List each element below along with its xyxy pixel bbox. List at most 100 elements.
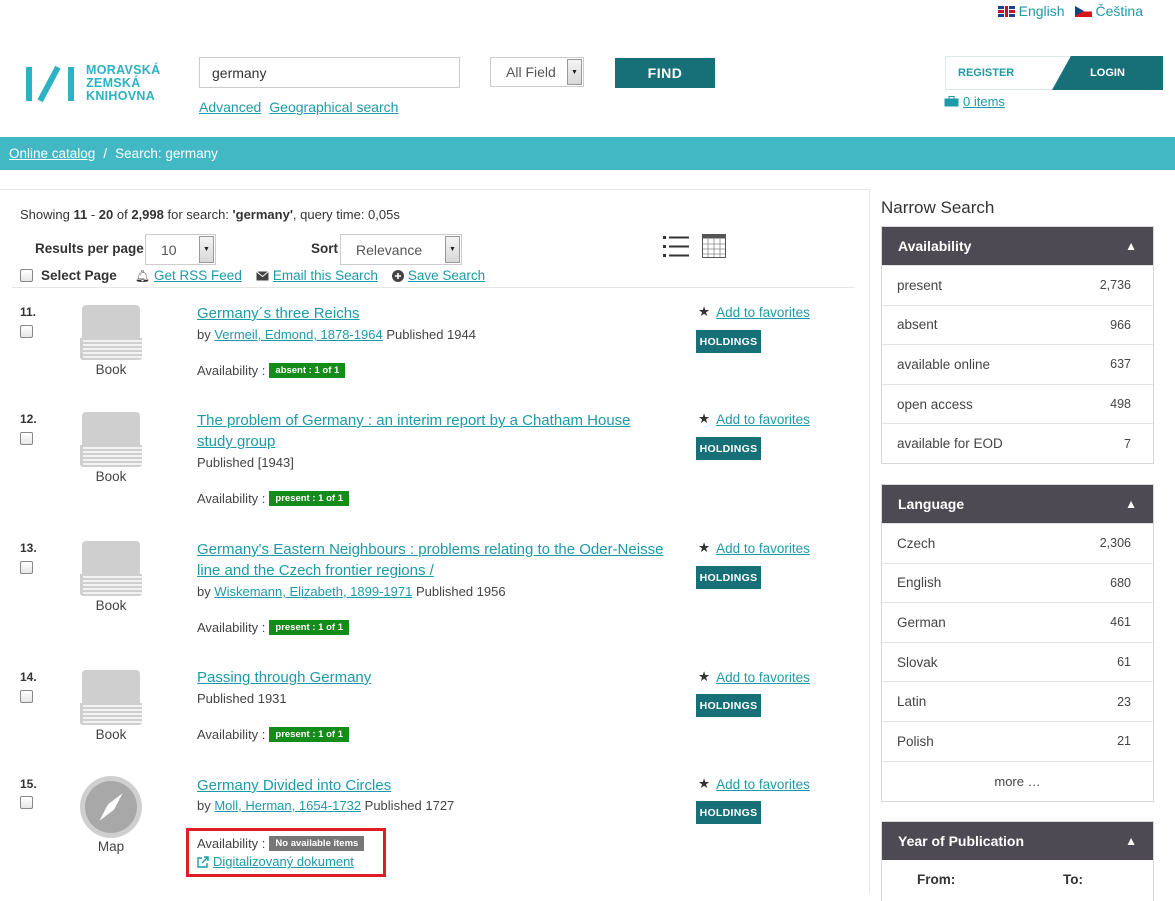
add-favorite-button[interactable]: ★ Add to favorites [698, 304, 810, 320]
breadcrumb-home-link[interactable]: Online catalog [9, 146, 95, 161]
star-icon: ★ [698, 411, 711, 426]
advanced-search-link[interactable]: Advanced [199, 99, 261, 115]
chevron-down-icon: ▼ [567, 59, 582, 85]
facet-item[interactable]: absent 966 [882, 304, 1153, 345]
select-page-label: Select Page [41, 268, 117, 283]
facet-language: Language ▲ Czech 2,306 English 680 German 46… [881, 484, 1154, 802]
lang-czech-link[interactable]: Čeština [1074, 3, 1143, 19]
record-checkbox[interactable] [20, 432, 33, 445]
record-title-link[interactable]: Passing through Germany [197, 667, 667, 688]
availability: Availability : absent : 1 of 1 [197, 363, 346, 378]
account-box: REGISTER LOGIN [945, 56, 1163, 90]
record-title-link[interactable]: Germany's Eastern Neighbours : problems … [197, 539, 667, 581]
holdings-button[interactable]: HOLDINGS [696, 694, 761, 717]
record-meta: by Moll, Herman, 1654-1732 Published 172… [197, 798, 455, 813]
availability: Availability : present : 1 of 1 [197, 491, 349, 506]
record-meta: by Vermeil, Edmond, 1878-1964 Published … [197, 327, 476, 342]
facet-header[interactable]: Availability ▲ [882, 227, 1153, 265]
per-page-select[interactable]: 10 ▼ [145, 234, 216, 265]
facet-item[interactable]: available for EOD 7 [882, 423, 1153, 463]
cart-link[interactable]: 0 items [944, 94, 1005, 109]
list-view-icon[interactable] [663, 235, 689, 259]
briefcase-icon [944, 96, 959, 107]
format-label: Book [95, 598, 127, 613]
record-number: 13. [20, 541, 37, 555]
record-checkbox[interactable] [20, 796, 33, 809]
facet-item[interactable]: Latin 23 [882, 681, 1153, 721]
record-title-link[interactable]: The problem of Germany : an interim repo… [197, 410, 667, 452]
collapse-up-icon: ▲ [1125, 834, 1137, 848]
facet-item[interactable]: Slovak 61 [882, 641, 1153, 682]
envelope-icon [256, 270, 269, 280]
author-link[interactable]: Moll, Herman, 1654-1732 [214, 798, 361, 813]
facet-year: Year of Publication ▲ From: To: [881, 821, 1154, 901]
format-label: Map [97, 839, 125, 854]
record-checkbox[interactable] [20, 690, 33, 703]
geographical-search-link[interactable]: Geographical search [269, 99, 398, 115]
map-compass-icon [80, 776, 142, 838]
select-page-checkbox[interactable] [20, 269, 33, 282]
save-search-link[interactable]: Save Search [408, 268, 485, 283]
add-favorite-button[interactable]: ★ Add to favorites [698, 776, 810, 792]
author-link[interactable]: Wiskemann, Elizabeth, 1899-1971 [214, 584, 412, 599]
holdings-button[interactable]: HOLDINGS [696, 330, 761, 353]
star-icon: ★ [698, 669, 711, 684]
record-number: 11. [20, 305, 37, 319]
add-favorite-button[interactable]: ★ Add to favorites [698, 411, 810, 427]
search-field-select[interactable]: All Field ▼ [490, 57, 584, 87]
grid-view-icon[interactable] [702, 234, 726, 258]
status-badge: present : 1 of 1 [269, 620, 349, 635]
add-favorite-button[interactable]: ★ Add to favorites [698, 669, 810, 685]
record-title-link[interactable]: Germany Divided into Circles [197, 775, 667, 796]
book-icon [80, 305, 142, 361]
year-from-label: From: [917, 872, 956, 887]
logo-text: MORAVSKÁ ZEMSKÁ KNIHOVNA [86, 63, 161, 103]
facet-item[interactable]: German 461 [882, 602, 1153, 642]
uk-flag-icon [997, 5, 1015, 17]
login-button[interactable]: LOGIN [1052, 56, 1163, 90]
facet-item[interactable]: Czech 2,306 [882, 523, 1153, 563]
record-meta: Published [1943] [197, 455, 294, 470]
facet-item[interactable]: Polish 21 [882, 720, 1153, 761]
facet-header[interactable]: Language ▲ [882, 485, 1153, 523]
holdings-button[interactable]: HOLDINGS [696, 437, 761, 460]
search-input[interactable] [199, 57, 460, 88]
find-button[interactable]: FIND [615, 58, 715, 88]
facet-item[interactable]: available online 637 [882, 344, 1153, 384]
format-label: Book [95, 469, 127, 484]
facet-item[interactable]: English 680 [882, 562, 1153, 603]
sort-label: Sort [311, 241, 338, 256]
book-icon [80, 541, 142, 597]
holdings-button[interactable]: HOLDINGS [696, 801, 761, 824]
facet-item[interactable]: open access 498 [882, 383, 1153, 424]
library-logo[interactable]: MORAVSKÁ ZEMSKÁ KNIHOVNA [24, 64, 160, 103]
chevron-down-icon: ▼ [445, 236, 460, 263]
divider [12, 287, 855, 288]
holdings-button[interactable]: HOLDINGS [696, 566, 761, 589]
add-favorite-button[interactable]: ★ Add to favorites [698, 540, 810, 556]
availability: Availability : present : 1 of 1 [197, 727, 349, 742]
status-badge: present : 1 of 1 [269, 727, 349, 742]
search-field-value: All Field [506, 64, 556, 80]
facet-item[interactable]: present 2,736 [882, 265, 1153, 305]
bell-icon: 🔔︎ [134, 268, 151, 283]
record-number: 12. [20, 412, 37, 426]
book-icon [80, 670, 142, 726]
facet-more-link[interactable]: more … [882, 760, 1153, 801]
author-link[interactable]: Vermeil, Edmond, 1878-1964 [214, 327, 382, 342]
year-range: From: To: [882, 860, 1153, 900]
record-title-link[interactable]: Germany´s three Reichs [197, 303, 667, 324]
record-checkbox[interactable] [20, 325, 33, 338]
breadcrumb: Online catalog / Search: germany [0, 137, 1175, 170]
register-button[interactable]: REGISTER [958, 67, 1014, 79]
availability: Availability : present : 1 of 1 [197, 620, 349, 635]
rss-feed-link[interactable]: Get RSS Feed [154, 268, 242, 283]
record-checkbox[interactable] [20, 561, 33, 574]
email-search-link[interactable]: Email this Search [273, 268, 378, 283]
lang-english-link[interactable]: English [997, 3, 1065, 19]
collapse-up-icon: ▲ [1125, 497, 1137, 511]
narrow-search-title: Narrow Search [881, 198, 995, 217]
star-icon: ★ [698, 776, 711, 791]
facet-header[interactable]: Year of Publication ▲ [882, 822, 1153, 860]
sort-select[interactable]: Relevance ▼ [340, 234, 462, 265]
